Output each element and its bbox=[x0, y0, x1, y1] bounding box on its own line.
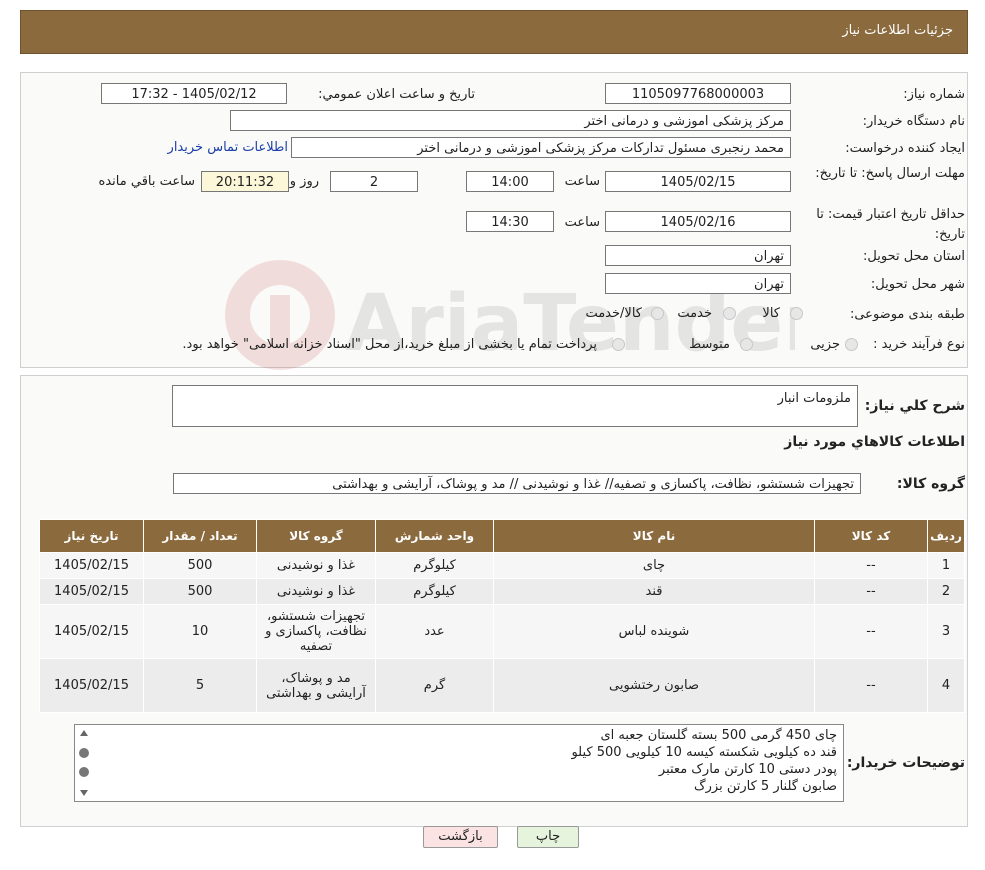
col-date: تاریخ نیاز bbox=[39, 519, 144, 553]
announce-label: تاریخ و ساعت اعلان عمومي: bbox=[318, 87, 475, 102]
cell-row: 2 bbox=[927, 578, 965, 605]
cell-quantity: 5 bbox=[143, 658, 257, 713]
city-field: تهران bbox=[605, 273, 791, 294]
process-option-minor: جزیی bbox=[810, 337, 840, 352]
category-option-goods: کالا bbox=[762, 306, 780, 321]
need-number-field: 1105097768000003 bbox=[605, 83, 791, 104]
table-row: 3 -- شوینده لباس عدد تجهیزات شستشو، نظاف… bbox=[39, 604, 965, 659]
notes-line: صابون گلنار 5 کارتن بزرگ bbox=[693, 779, 837, 794]
table-row: 2 -- قند کیلوگرم غذا و نوشیدنی 500 1405/… bbox=[39, 578, 965, 605]
buyer-notes-label: توضیحات خریدار: bbox=[846, 755, 965, 771]
items-section-title: اطلاعات کالاهاي مورد نیاز bbox=[784, 434, 965, 450]
notes-line: قند ده کیلویی شکسته کیسه 10 کیلویی 500 ک… bbox=[571, 745, 837, 760]
deadline-time-field: 14:00 bbox=[466, 171, 554, 192]
buyer-org-label: نام دستگاه خریدار: bbox=[862, 114, 965, 129]
cell-quantity: 10 bbox=[143, 604, 257, 659]
remaining-label: ساعت باقي مانده bbox=[98, 174, 195, 189]
deadline-label: مهلت ارسال پاسخ: تا تاریخ: bbox=[815, 166, 965, 181]
table-row: 4 -- صابون رختشویی گرم مد و پوشاک، آرایش… bbox=[39, 658, 965, 713]
remaining-time-field: 20:11:32 bbox=[201, 171, 289, 192]
col-row: ردیف bbox=[927, 519, 965, 553]
table-header-row: ردیف کد کالا نام کالا واحد شمارش گروه کا… bbox=[39, 519, 965, 553]
process-option-medium: متوسط bbox=[689, 337, 730, 352]
back-button[interactable]: بازگشت bbox=[423, 826, 498, 848]
process-note: پرداخت تمام یا بخشی از مبلغ خرید،از محل … bbox=[182, 337, 597, 352]
cell-quantity: 500 bbox=[143, 552, 257, 579]
category-option-service: خدمت bbox=[677, 306, 712, 321]
notes-line: چای 450 گرمی 500 بسته گلستان جعبه ای bbox=[600, 728, 837, 743]
cell-name: قند bbox=[493, 578, 815, 605]
days-label: روز و bbox=[289, 174, 319, 189]
cell-row: 4 bbox=[927, 658, 965, 713]
province-field: تهران bbox=[605, 245, 791, 266]
category-radio-goods[interactable] bbox=[790, 307, 803, 320]
goods-group-label: گروه کالا: bbox=[896, 476, 965, 492]
need-number-label: شماره نیاز: bbox=[903, 87, 965, 102]
category-radio-service[interactable] bbox=[723, 307, 736, 320]
col-group: گروه کالا bbox=[256, 519, 376, 553]
process-radio-medium[interactable] bbox=[740, 338, 753, 351]
validity-label: حداقل تاریخ اعتبار قیمت: تا تاریخ: bbox=[816, 207, 965, 242]
cell-date: 1405/02/15 bbox=[39, 604, 144, 659]
cell-row: 1 bbox=[927, 552, 965, 579]
validity-time-field: 14:30 bbox=[466, 211, 554, 232]
print-button[interactable]: چاپ bbox=[517, 826, 579, 848]
cell-unit: عدد bbox=[375, 604, 494, 659]
notes-line: پودر دستی 10 کارتن مارک معتبر bbox=[658, 762, 837, 777]
col-quantity: تعداد / مقدار bbox=[143, 519, 257, 553]
cell-code: -- bbox=[814, 658, 928, 713]
buyer-org-field: مرکز پزشکی اموزشی و درمانی اختر bbox=[230, 110, 791, 131]
cell-date: 1405/02/15 bbox=[39, 552, 144, 579]
cell-date: 1405/02/15 bbox=[39, 578, 144, 605]
deadline-time-label: ساعت bbox=[564, 174, 600, 189]
cell-name: شوینده لباس bbox=[493, 604, 815, 659]
city-label: شهر محل تحویل: bbox=[870, 277, 965, 292]
cell-code: -- bbox=[814, 578, 928, 605]
cell-unit: کیلوگرم bbox=[375, 552, 494, 579]
category-option-both: کالا/خدمت bbox=[585, 306, 642, 321]
cell-group: غذا و نوشیدنی bbox=[256, 552, 376, 579]
cell-unit: گرم bbox=[375, 658, 494, 713]
cell-name: چای bbox=[493, 552, 815, 579]
province-label: استان محل تحویل: bbox=[863, 249, 965, 264]
col-unit: واحد شمارش bbox=[375, 519, 494, 553]
validity-date-field: 1405/02/16 bbox=[605, 211, 791, 232]
category-label: طبقه بندی موضوعی: bbox=[849, 307, 965, 322]
category-radio-both[interactable] bbox=[651, 307, 664, 320]
cell-group: غذا و نوشیدنی bbox=[256, 578, 376, 605]
process-radio-minor[interactable] bbox=[845, 338, 858, 351]
col-code: کد کالا bbox=[814, 519, 928, 553]
process-radio-treasury[interactable] bbox=[612, 338, 625, 351]
page-header: جزئیات اطلاعات نیاز bbox=[20, 10, 968, 54]
requester-label: ایجاد کننده درخواست: bbox=[845, 141, 965, 156]
col-name: نام کالا bbox=[493, 519, 815, 553]
requester-field: محمد رنجبری مسئول تدارکات مرکز پزشکی امو… bbox=[291, 137, 791, 158]
cell-unit: کیلوگرم bbox=[375, 578, 494, 605]
announce-field: 1405/02/12 - 17:32 bbox=[101, 83, 287, 104]
days-field: 2 bbox=[330, 171, 418, 192]
cell-quantity: 500 bbox=[143, 578, 257, 605]
cell-group: تجهیزات شستشو، نظافت، پاکسازی و تصفیه bbox=[256, 604, 376, 659]
notes-scrollbar[interactable] bbox=[76, 726, 92, 800]
items-table: ردیف کد کالا نام کالا واحد شمارش گروه کا… bbox=[39, 519, 965, 713]
buyer-notes-field[interactable]: چای 450 گرمی 500 بسته گلستان جعبه ای قند… bbox=[74, 724, 844, 802]
table-row: 1 -- چای کیلوگرم غذا و نوشیدنی 500 1405/… bbox=[39, 552, 965, 579]
goods-group-field: تجهیزات شستشو، نظافت، پاکسازی و تصفیه// … bbox=[173, 473, 861, 494]
cell-code: -- bbox=[814, 604, 928, 659]
cell-date: 1405/02/15 bbox=[39, 658, 144, 713]
cell-name: صابون رختشویی bbox=[493, 658, 815, 713]
cell-group: مد و پوشاک، آرایشی و بهداشتی bbox=[256, 658, 376, 713]
description-label: شرح کلي نیاز: bbox=[864, 398, 965, 414]
buyer-contact-link[interactable]: اطلاعات تماس خریدار bbox=[168, 140, 288, 155]
cell-row: 3 bbox=[927, 604, 965, 659]
page-title: جزئیات اطلاعات نیاز bbox=[842, 23, 953, 38]
deadline-date-field: 1405/02/15 bbox=[605, 171, 791, 192]
description-field[interactable]: ملزومات انبار bbox=[172, 385, 858, 427]
cell-code: -- bbox=[814, 552, 928, 579]
process-label: نوع فرآیند خرید : bbox=[873, 337, 965, 352]
validity-time-label: ساعت bbox=[564, 215, 600, 230]
